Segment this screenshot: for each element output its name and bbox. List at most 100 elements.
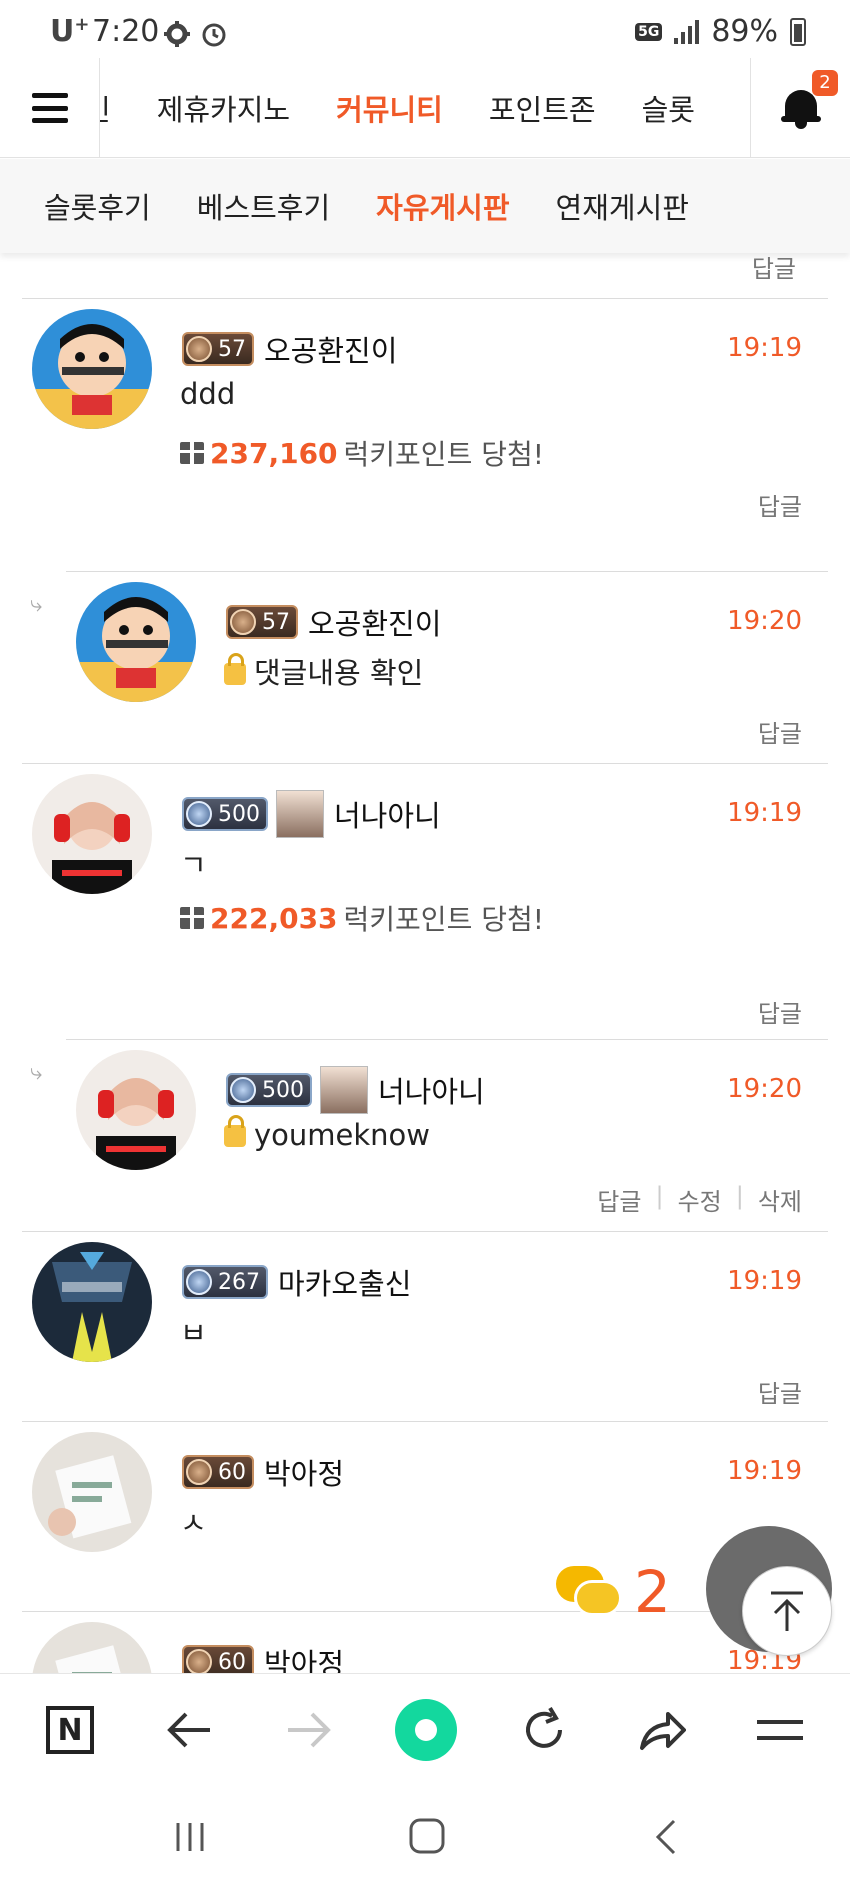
browser-menu-button[interactable] (740, 1690, 820, 1770)
reply-button[interactable]: 답글 (758, 487, 802, 522)
sub-item-best-reviews[interactable]: 베스트후기 (197, 185, 330, 227)
reply-button[interactable]: 답글 (758, 714, 802, 749)
reply-arrow-icon: ⤷ (30, 592, 43, 617)
comment-text: ㅂ (180, 1316, 207, 1350)
level-badge: 57 (182, 332, 254, 366)
scroll-top-button[interactable] (742, 1566, 832, 1656)
forward-button[interactable] (268, 1690, 348, 1770)
status-right: 5G 89% (635, 14, 806, 49)
refresh-icon (526, 1706, 562, 1748)
menu-button[interactable] (0, 58, 100, 158)
avatar[interactable] (32, 309, 152, 429)
back-arrow-icon (167, 1712, 210, 1748)
nav-item-partner-casino[interactable]: 제휴카지노 (157, 87, 290, 129)
comment-actions: 답글 | 수정 | 삭제 (597, 1182, 802, 1217)
comment-head: 60 박아정 (182, 1448, 344, 1496)
refresh-button[interactable] (504, 1690, 584, 1770)
notification-badge: 2 (812, 70, 838, 96)
gift-icon (180, 901, 204, 929)
recent-apps-icon[interactable] (172, 1819, 208, 1855)
system-back-icon[interactable] (650, 1817, 680, 1857)
gift-icon (180, 436, 204, 464)
comment-text: youmeknow (224, 1115, 430, 1152)
hamburger-icon (31, 93, 68, 123)
menu-icon (757, 1720, 803, 1740)
level-emblem-icon (186, 1269, 212, 1295)
comment-count-button[interactable]: 2 (556, 1558, 671, 1626)
edit-button[interactable]: 수정 (678, 1182, 722, 1217)
comment-time: 19:19 (727, 333, 802, 363)
comment-actions: 답글 (758, 714, 802, 749)
comment-reply-item: ⤷ 57 오공환진이 19:20 댓글내용 확인 답글 (30, 571, 828, 761)
comment-item: 57 오공환진이 19:19 ddd 237,160 럭키포인트 당첨! 답글 (22, 298, 828, 525)
home-dot-icon (395, 1699, 457, 1761)
comment-time: 19:19 (727, 1266, 802, 1296)
comment-list: 답글 57 오공환진이 19:19 ddd 237,160 럭키포인트 당첨! … (0, 253, 850, 1673)
level-badge: 60 (182, 1455, 254, 1489)
nickname[interactable]: 박아정 (264, 1451, 344, 1493)
user-photo-thumbnail (320, 1066, 368, 1114)
comment-head: 500 너나아니 (182, 790, 441, 838)
nav-item-slot[interactable]: 슬롯 (642, 87, 695, 129)
top-nav-scroller[interactable]: 인 제휴카지노 커뮤니티 포인트존 슬롯 (100, 58, 750, 158)
level-badge: 500 (182, 797, 268, 831)
level-badge: 500 (226, 1073, 312, 1107)
lock-icon (224, 653, 246, 685)
sub-item-slot-reviews[interactable]: 슬롯후기 (44, 185, 151, 227)
reply-button[interactable]: 답글 (758, 1374, 802, 1409)
arrow-up-icon (771, 1591, 803, 1631)
nickname[interactable]: 오공환진이 (308, 601, 441, 643)
nickname[interactable]: 박아정 (264, 1641, 344, 1673)
naver-home-button[interactable]: N (30, 1690, 110, 1770)
reply-button[interactable]: 답글 (752, 253, 796, 284)
alarm-icon (202, 23, 226, 47)
nav-item-community[interactable]: 커뮤니티 (336, 87, 443, 129)
avatar[interactable] (76, 582, 196, 702)
reply-button[interactable]: 답글 (758, 994, 802, 1029)
comment-head: 57 오공환진이 (226, 598, 441, 646)
avatar[interactable] (32, 1432, 152, 1552)
comment-text: ddd (180, 377, 236, 411)
delete-button[interactable]: 삭제 (758, 1182, 802, 1217)
notification-button[interactable]: 2 (750, 58, 850, 158)
comment-head: 57 오공환진이 (182, 325, 397, 373)
comment-head: 500 너나아니 (226, 1066, 485, 1114)
nav-item-point-zone[interactable]: 포인트존 (489, 87, 596, 129)
green-dot-button[interactable] (386, 1690, 466, 1770)
reply-button[interactable]: 답글 (597, 1182, 641, 1217)
settings-icon (164, 21, 190, 47)
level-badge: 267 (182, 1265, 268, 1299)
level-emblem-icon (186, 1649, 212, 1673)
sub-item-free-board[interactable]: 자유게시판 (376, 185, 509, 227)
avatar[interactable] (32, 774, 152, 894)
battery-icon (790, 17, 806, 46)
comment-item: 267 마카오출신 19:19 ㅂ 답글 (22, 1231, 828, 1421)
comment-actions: 답글 (758, 994, 802, 1029)
avatar[interactable] (32, 1622, 152, 1673)
comment-time: 19:20 (727, 606, 802, 636)
sub-item-serial-board[interactable]: 연재게시판 (556, 185, 689, 227)
comment-time: 19:20 (727, 1074, 802, 1104)
level-emblem-icon (186, 801, 212, 827)
nickname[interactable]: 마카오출신 (278, 1261, 411, 1303)
avatar[interactable] (32, 1242, 152, 1362)
comment-item: 60 박아정 19:19 (22, 1611, 828, 1673)
browser-toolbar: N (0, 1673, 850, 1783)
nickname[interactable]: 오공환진이 (264, 328, 397, 370)
top-nav: 인 제휴카지노 커뮤니티 포인트존 슬롯 2 (0, 58, 850, 158)
nav-item-partial[interactable]: 인 (100, 87, 111, 129)
lucky-amount: 237,160 (210, 436, 338, 470)
comment-time: 19:19 (727, 798, 802, 828)
comment-text: 댓글내용 확인 (224, 650, 423, 692)
back-button[interactable] (150, 1690, 230, 1770)
share-button[interactable] (622, 1690, 702, 1770)
avatar[interactable] (76, 1050, 196, 1170)
nickname[interactable]: 너나아니 (378, 1069, 485, 1111)
user-photo-thumbnail (276, 790, 324, 838)
nickname[interactable]: 너나아니 (334, 793, 441, 835)
comment-time: 19:19 (727, 1456, 802, 1486)
network-5g-icon: 5G (635, 22, 663, 41)
n-icon: N (46, 1706, 94, 1754)
battery-percent: 89% (711, 14, 778, 49)
home-icon[interactable] (408, 1817, 446, 1855)
